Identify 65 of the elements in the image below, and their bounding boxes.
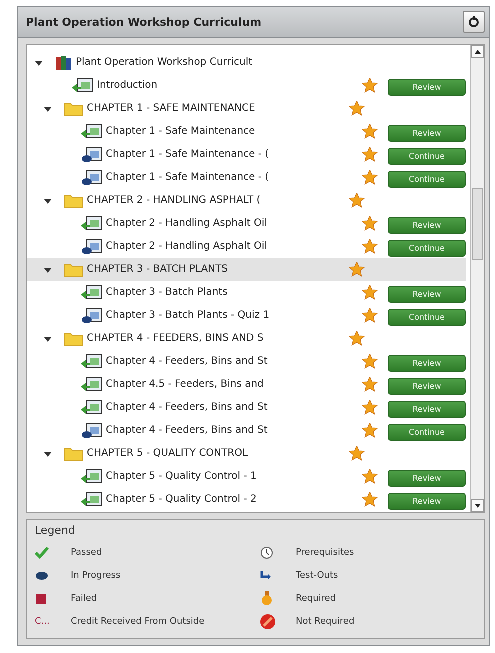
tree-item-label: CHAPTER 5 - QUALITY CONTROL xyxy=(87,448,248,459)
tree-item-label: Chapter 1 - Safe Maintenance xyxy=(106,126,256,137)
tree-row[interactable]: CHAPTER 2 - HANDLING ASPHALT ( xyxy=(27,189,466,212)
legend-label: Prerequisites xyxy=(296,548,354,558)
tree-row[interactable]: Chapter 1 - Safe Maintenance - ( Continue xyxy=(27,143,466,166)
legend-label: Credit Received From Outside xyxy=(71,616,205,626)
tree-row[interactable]: Chapter 2 - Handling Asphalt Oil Continue xyxy=(27,235,466,258)
tree-row[interactable]: Chapter 4 - Feeders, Bins and St Continue xyxy=(27,419,466,442)
tree-item-label: Chapter 3 - Batch Plants - Quiz 1 xyxy=(106,310,270,321)
tree-item-label: Chapter 5 - Quality Control - 2 xyxy=(106,494,257,505)
tree-item-label: Chapter 1 - Safe Maintenance - ( xyxy=(106,149,270,160)
legend-label: Not Required xyxy=(296,616,355,626)
action-button[interactable]: Review xyxy=(388,79,466,96)
action-button[interactable]: Review xyxy=(388,125,466,142)
tree-row[interactable]: Chapter 2 - Handling Asphalt Oil Review xyxy=(27,212,466,235)
tree-row[interactable]: Plant Operation Workshop Curricult xyxy=(27,51,466,74)
tree-row[interactable]: CHAPTER 1 - SAFE MAINTENANCE xyxy=(27,97,466,120)
action-button[interactable]: Continue xyxy=(388,309,466,326)
tree-row[interactable]: Chapter 5 - Quality Control - 1 Review xyxy=(27,465,466,488)
tree-item-label: Introduction xyxy=(97,80,158,91)
action-button[interactable]: Continue xyxy=(388,240,466,257)
tree-item-label: CHAPTER 1 - SAFE MAINTENANCE xyxy=(87,103,256,114)
credit-icon: C... xyxy=(35,616,50,626)
tree-item-label: CHAPTER 3 - BATCH PLANTS xyxy=(87,264,228,275)
action-button[interactable]: Review xyxy=(388,355,466,372)
legend-label: Passed xyxy=(71,548,102,558)
legend-label: Failed xyxy=(71,594,98,604)
tree-item-label: CHAPTER 4 - FEEDERS, BINS AND S xyxy=(87,333,264,344)
legend-label: In Progress xyxy=(71,570,121,580)
tree-row[interactable]: CHAPTER 3 - BATCH PLANTS xyxy=(27,258,466,281)
tree-row[interactable]: Chapter 4.5 - Feeders, Bins and Review xyxy=(27,373,466,396)
action-button[interactable]: Review xyxy=(388,286,466,303)
tree-item-label: CHAPTER 2 - HANDLING ASPHALT ( xyxy=(87,195,261,206)
tree-item-label: Chapter 4 - Feeders, Bins and St xyxy=(106,425,268,436)
tree-item-label: Chapter 3 - Batch Plants xyxy=(106,287,228,298)
action-button[interactable]: Continue xyxy=(388,171,466,188)
legend-label: Required xyxy=(296,594,336,604)
tree-item-label: Chapter 4 - Feeders, Bins and St xyxy=(106,356,268,367)
panel-title: Plant Operation Workshop Curriculum xyxy=(26,16,262,28)
action-button[interactable]: Continue xyxy=(388,424,466,441)
tree-item-label: Chapter 5 - Quality Control - 1 xyxy=(106,471,257,482)
tree-row[interactable]: CHAPTER 4 - FEEDERS, BINS AND S xyxy=(27,327,466,350)
tree-row[interactable]: Chapter 1 - Safe Maintenance - ( Continue xyxy=(27,166,466,189)
tree-row[interactable]: Chapter 3 - Batch Plants Review xyxy=(27,281,466,304)
action-button[interactable]: Review xyxy=(388,493,466,510)
tree-item-label: Chapter 2 - Handling Asphalt Oil xyxy=(106,218,268,229)
action-button[interactable]: Review xyxy=(388,470,466,487)
tree-item-label: Chapter 4 - Feeders, Bins and St xyxy=(106,402,268,413)
tree-row[interactable]: Chapter 3 - Batch Plants - Quiz 1 Continue xyxy=(27,304,466,327)
tree-row[interactable]: Chapter 4 - Feeders, Bins and St Review xyxy=(27,396,466,419)
tree-row[interactable]: Introduction Review xyxy=(27,74,466,97)
tree-item-label: Chapter 2 - Handling Asphalt Oil xyxy=(106,241,268,252)
action-button[interactable]: Continue xyxy=(388,148,466,165)
legend-title: Legend xyxy=(35,524,76,537)
legend-label: Test-Outs xyxy=(296,570,338,580)
tree-item-label: Plant Operation Workshop Curricult xyxy=(76,57,253,68)
tree-item-label: Chapter 1 - Safe Maintenance - ( xyxy=(106,172,270,183)
tree-row[interactable]: CHAPTER 5 - QUALITY CONTROL xyxy=(27,442,466,465)
action-button[interactable]: Review xyxy=(388,401,466,418)
tree-row[interactable]: Chapter 5 - Quality Control - 2 Review xyxy=(27,488,466,511)
action-button[interactable]: Review xyxy=(388,378,466,395)
tree-row[interactable]: Chapter 4 - Feeders, Bins and St Review xyxy=(27,350,466,373)
tree-item-label: Chapter 4.5 - Feeders, Bins and xyxy=(106,379,264,390)
tree-row[interactable]: Chapter 1 - Safe Maintenance Review xyxy=(27,120,466,143)
action-button[interactable]: Review xyxy=(388,217,466,234)
